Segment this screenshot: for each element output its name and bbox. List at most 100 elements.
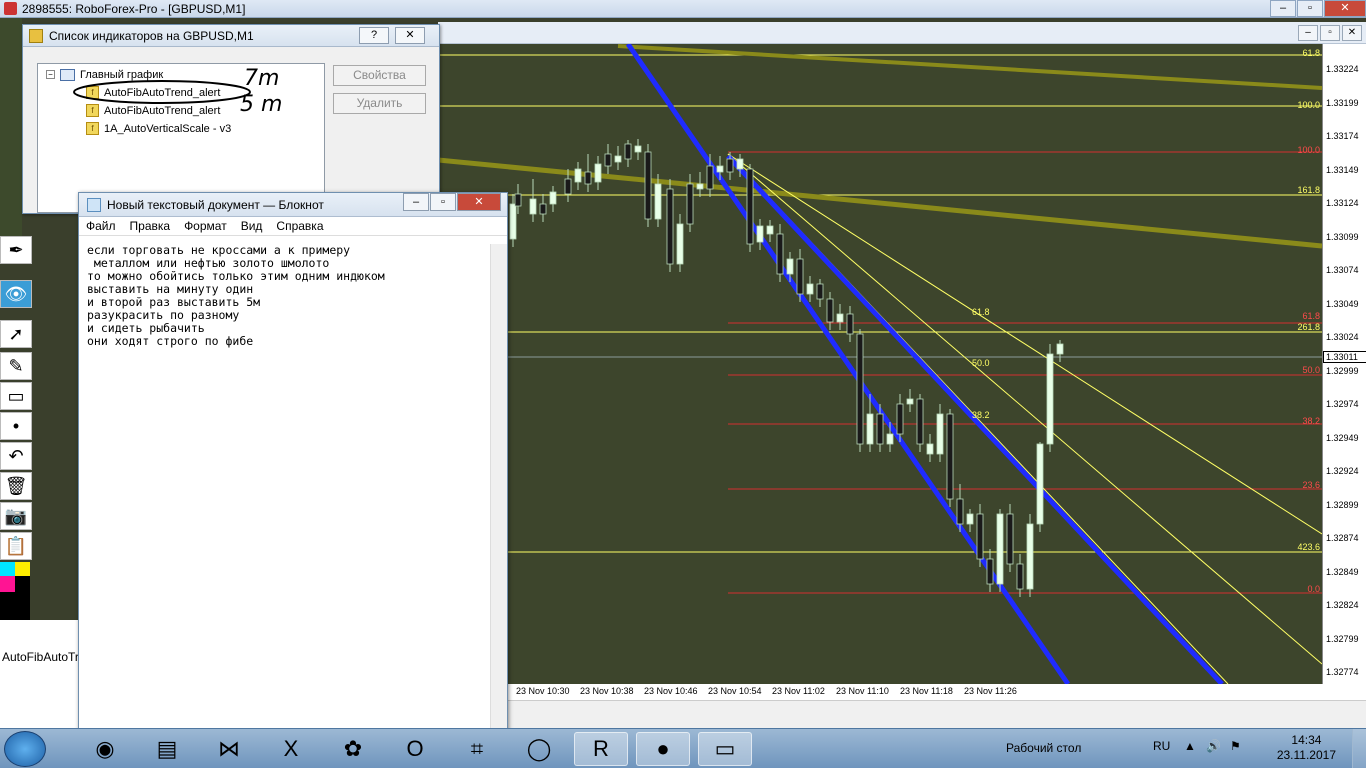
fib-level-label: 61.8 xyxy=(1302,48,1320,58)
clipboard-icon[interactable]: 📋 xyxy=(0,532,32,560)
help-button[interactable]: ? xyxy=(359,27,389,44)
candle-body xyxy=(549,191,557,205)
menu-view[interactable]: Вид xyxy=(234,219,270,233)
price-tick-label: 1.33074 xyxy=(1326,265,1359,275)
candle-body xyxy=(514,193,522,207)
candle-body xyxy=(966,513,974,525)
fib-inner-label: 38.2 xyxy=(972,410,990,420)
eraser-icon[interactable]: ▭ xyxy=(0,382,32,410)
candle-body xyxy=(866,413,874,445)
properties-button[interactable]: Свойства xyxy=(333,65,426,86)
pen-tool-taskbar-icon[interactable]: ● xyxy=(636,732,690,766)
menu-edit[interactable]: Правка xyxy=(123,219,178,233)
candle-body xyxy=(776,233,784,275)
highlighter-icon[interactable]: ✎ xyxy=(0,352,32,380)
notepad-close-button[interactable]: ✕ xyxy=(457,193,501,211)
camera-icon[interactable]: 📷 xyxy=(0,502,32,530)
chart-scrollbar[interactable] xyxy=(508,700,1366,728)
candle-body xyxy=(826,298,834,323)
price-tick-label: 1.32774 xyxy=(1326,667,1359,677)
volume-icon[interactable]: 🔊 xyxy=(1206,739,1221,753)
candle-body xyxy=(806,283,814,295)
price-tick-label: 1.32824 xyxy=(1326,600,1359,610)
candle-body xyxy=(686,183,694,225)
terminal-item-label[interactable]: AutoFibAutoTren xyxy=(0,650,80,664)
candle-body xyxy=(574,168,582,183)
notepad-maximize-button[interactable]: ▫ xyxy=(430,193,456,211)
fib-level-label: 0.0 xyxy=(1307,584,1320,594)
collapse-icon[interactable]: − xyxy=(46,70,55,79)
candle-body xyxy=(916,398,924,445)
candle-body xyxy=(996,513,1004,585)
tree-item[interactable]: f 1A_AutoVerticalScale - v3 xyxy=(86,120,231,137)
time-tick-label: 23 Nov 10:30 xyxy=(516,686,570,696)
network-icon[interactable]: ⚑ xyxy=(1230,739,1241,753)
app-titlebar: 2898555: RoboForex-Pro - [GBPUSD,M1] – ▫… xyxy=(0,0,1366,18)
price-tick-label: 1.33199 xyxy=(1326,97,1359,108)
file-explorer-icon[interactable]: ▤ xyxy=(140,732,194,766)
language-indicator[interactable]: RU xyxy=(1153,739,1170,753)
candle-body xyxy=(604,153,612,167)
fib-level-label: 23.6 xyxy=(1302,480,1320,490)
color-palette[interactable] xyxy=(0,562,30,622)
indicator-icon xyxy=(29,28,43,43)
metatrader-taskbar-icon[interactable]: R xyxy=(574,732,628,766)
price-tick-label: 1.32849 xyxy=(1326,566,1359,577)
notepad-minimize-button[interactable]: – xyxy=(403,193,429,211)
undo-icon[interactable]: ↶ xyxy=(0,442,32,470)
tray-arrow-icon[interactable]: ▲ xyxy=(1184,739,1196,753)
clock[interactable]: 14:34 23.11.2017 xyxy=(1277,733,1336,763)
show-desktop-button[interactable] xyxy=(1352,729,1366,768)
cursor-icon[interactable]: ➚ xyxy=(0,320,32,348)
fib-level-label: 38.2 xyxy=(1302,416,1320,426)
visual-studio-icon[interactable]: ⋈ xyxy=(202,732,256,766)
left-toolbar-strip xyxy=(0,18,22,248)
taskbar: ◉ ▤ ⋈ X ✿ O ⌗ ◯ R ● ▭ Рабочий стол RU ▲ … xyxy=(0,728,1366,768)
notepad-taskbar-icon[interactable]: ▭ xyxy=(698,732,752,766)
current-price-label: 1.33011 xyxy=(1323,351,1366,363)
price-chart[interactable] xyxy=(438,44,1322,684)
opera-icon[interactable]: O xyxy=(388,732,442,766)
pen-icon[interactable]: ✒ xyxy=(0,236,32,264)
chart-restore-button[interactable]: ▫ xyxy=(1320,25,1340,41)
desktop-toolbar-label[interactable]: Рабочий стол xyxy=(1006,741,1081,755)
candle-body xyxy=(956,498,964,525)
start-button[interactable] xyxy=(4,731,46,767)
chart-close-button[interactable]: ✕ xyxy=(1342,25,1362,41)
price-tick-label: 1.32799 xyxy=(1326,633,1359,644)
candle-body xyxy=(624,143,632,160)
dialog-close-button[interactable]: ✕ xyxy=(395,27,425,44)
candle-body xyxy=(946,413,954,500)
media-player-icon[interactable]: ✿ xyxy=(326,732,380,766)
circle-app-icon[interactable]: ◯ xyxy=(512,732,566,766)
candle-body xyxy=(1026,523,1034,590)
notepad-scrollbar[interactable] xyxy=(490,244,507,732)
candle-body xyxy=(836,313,844,323)
maximize-button[interactable]: ▫ xyxy=(1297,0,1323,17)
trash-icon[interactable]: 🗑 xyxy=(0,472,32,500)
channel-line-upper xyxy=(726,154,1224,684)
dot-icon[interactable]: • xyxy=(0,412,32,440)
tree-item-label: 1A_AutoVerticalScale - v3 xyxy=(104,122,232,135)
chart-minimize-button[interactable]: – xyxy=(1298,25,1318,41)
time-axis: 23 Nov 10:30 23 Nov 10:38 23 Nov 10:46 23 N… xyxy=(438,684,1366,700)
notepad-text-area[interactable]: если торговать не кроссами а к примеру м… xyxy=(87,244,487,724)
fib-level-label: 100.0 xyxy=(1297,145,1320,155)
minimize-button[interactable]: – xyxy=(1270,0,1296,17)
close-button[interactable]: ✕ xyxy=(1324,0,1366,17)
menu-file[interactable]: Файл xyxy=(79,219,123,233)
price-tick-label: 1.32974 xyxy=(1326,399,1359,409)
menu-format[interactable]: Формат xyxy=(177,219,234,233)
eye-icon[interactable]: 👁 xyxy=(0,280,32,308)
price-tick-label: 1.32874 xyxy=(1326,533,1359,543)
price-tick-label: 1.33049 xyxy=(1326,298,1359,309)
candle-body xyxy=(654,183,662,220)
excel-icon[interactable]: X xyxy=(264,732,318,766)
fib-level-label: 161.8 xyxy=(1297,185,1320,195)
channel-line-lower xyxy=(625,44,1071,684)
menu-help[interactable]: Справка xyxy=(269,219,330,233)
network-app-icon[interactable]: ⌗ xyxy=(450,732,504,766)
delete-button[interactable]: Удалить xyxy=(333,93,426,114)
chrome-icon[interactable]: ◉ xyxy=(78,732,132,766)
price-tick-label: 1.32949 xyxy=(1326,432,1359,443)
